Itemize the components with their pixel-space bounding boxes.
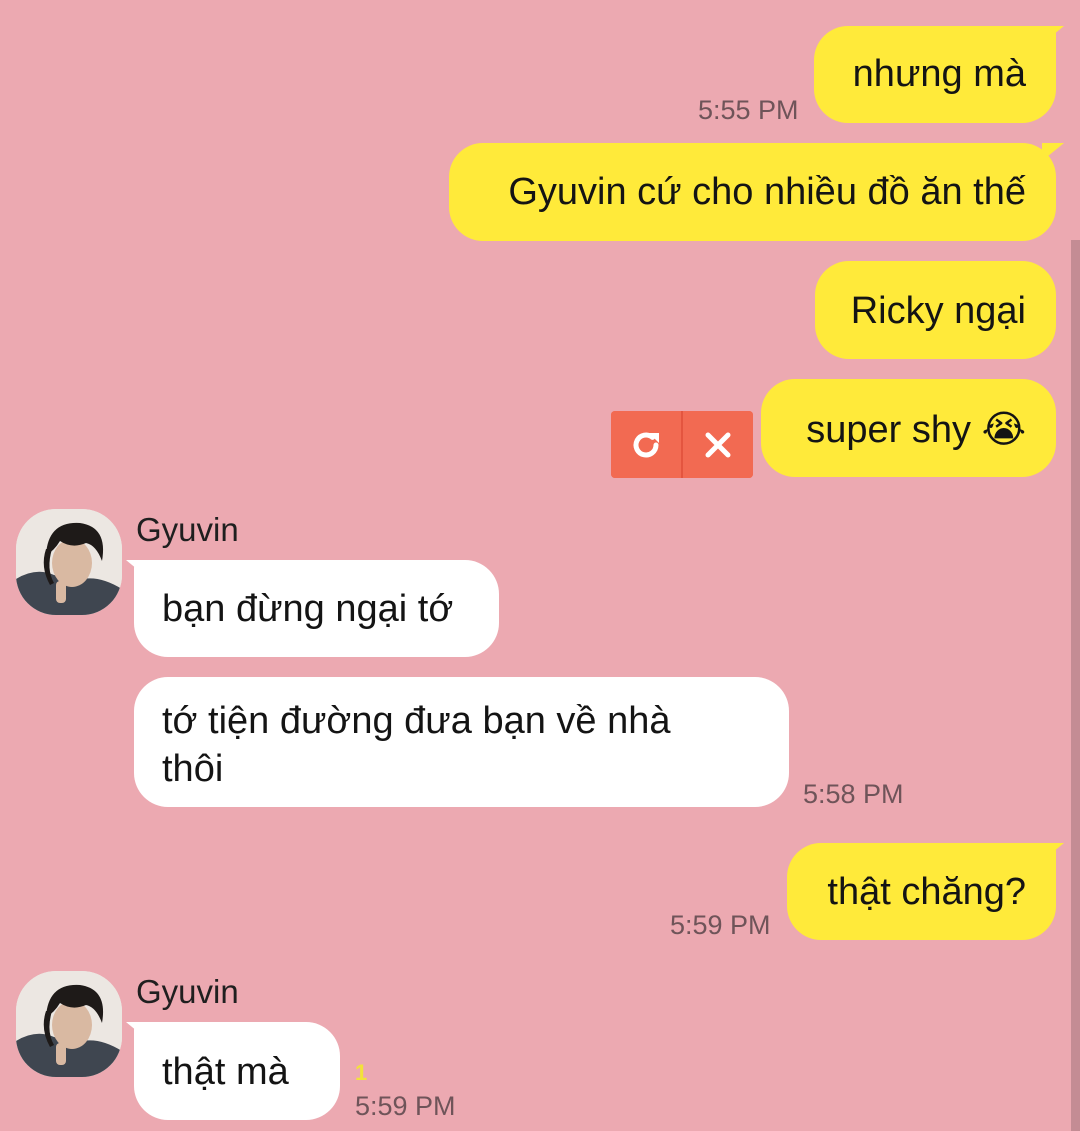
resend-button[interactable]	[611, 411, 681, 478]
profile-photo	[16, 971, 122, 1077]
message-text: bạn đừng ngại tớ	[162, 588, 454, 630]
message-text-line: tớ tiện đường đưa bạn về nhà	[162, 700, 671, 742]
scrollbar[interactable]	[1071, 240, 1080, 1131]
message-bubble-sent[interactable]: thật chăng?	[787, 843, 1056, 940]
message-bubble-received[interactable]: thật mà	[134, 1022, 340, 1120]
message-time: 5:58 PM	[803, 779, 904, 809]
message-bubble-received[interactable]: tớ tiện đường đưa bạn về nhà thôi	[134, 677, 789, 807]
chat-room: 5:55 PM nhưng mà Gyuvin cứ cho nhiều đồ …	[0, 0, 1080, 1131]
message-text: Gyuvin cứ cho nhiều đồ ăn thế	[508, 171, 1026, 213]
delete-failed-button[interactable]	[683, 411, 753, 478]
message-text: super shy 😭	[806, 409, 1026, 451]
message-time: 5:55 PM	[698, 95, 799, 125]
avatar[interactable]	[16, 509, 122, 615]
sender-name: Gyuvin	[136, 511, 239, 548]
message-bubble-sent[interactable]: super shy 😭	[761, 379, 1056, 477]
close-icon	[705, 432, 731, 457]
message-text: thật mà	[162, 1051, 289, 1093]
message-bubble-sent[interactable]: Gyuvin cứ cho nhiều đồ ăn thế	[449, 143, 1056, 241]
message-time: 5:59 PM	[355, 1091, 456, 1121]
profile-photo	[16, 509, 122, 615]
message-bubble-sent[interactable]: nhưng mà	[814, 26, 1056, 123]
retry-icon	[633, 432, 659, 457]
message-text-line: thôi	[162, 748, 224, 790]
message-text: thật chăng?	[827, 871, 1026, 913]
unread-count: 1	[355, 1060, 368, 1085]
message-time: 5:59 PM	[670, 910, 771, 940]
message-text: nhưng mà	[852, 53, 1026, 95]
avatar[interactable]	[16, 971, 122, 1077]
message-bubble-received[interactable]: bạn đừng ngại tớ	[134, 560, 499, 657]
sender-name: Gyuvin	[136, 973, 239, 1010]
failed-message-actions	[611, 411, 753, 478]
message-bubble-sent[interactable]: Ricky ngại	[815, 261, 1056, 359]
message-text: Ricky ngại	[850, 290, 1026, 332]
